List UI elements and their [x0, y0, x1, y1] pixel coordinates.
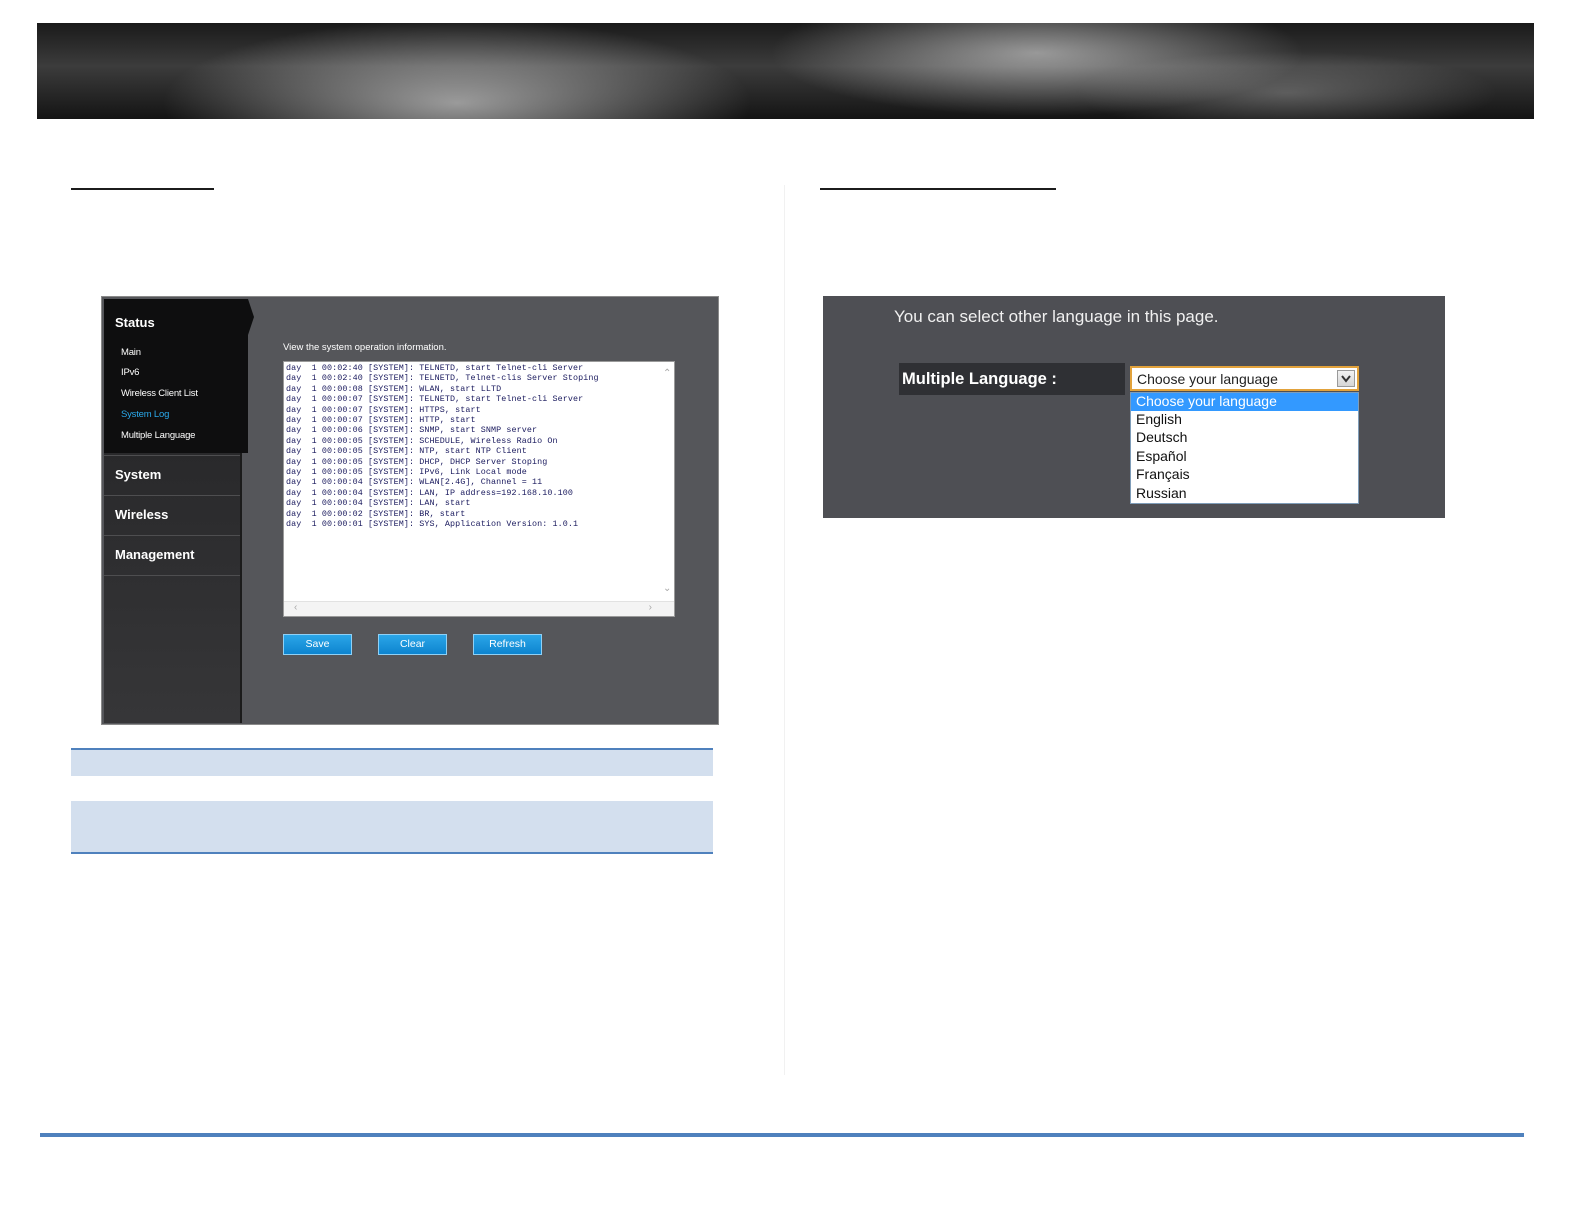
log-line: day 1 00:00:06 [SYSTEM]: SNMP, start SNM…	[286, 425, 538, 436]
scroll-left-icon[interactable]: ‹	[294, 603, 297, 613]
table-row	[71, 750, 713, 776]
language-screenshot: You can select other language in this pa…	[823, 296, 1445, 518]
clear-button[interactable]: Clear	[378, 634, 447, 655]
nav-management[interactable]: Management	[104, 535, 240, 575]
log-line: day 1 00:00:08 [SYSTEM]: WLAN, start LLT…	[286, 383, 502, 394]
language-label: Multiple Language :	[902, 370, 1057, 388]
language-option[interactable]: Español	[1131, 448, 1358, 466]
language-option[interactable]: Deutsch	[1131, 429, 1358, 447]
scroll-down-icon[interactable]: ⌄	[663, 584, 671, 594]
chevron-down-icon[interactable]	[1337, 370, 1355, 387]
system-log-screenshot: Status Main IPv6 Wireless Client List Sy…	[101, 296, 719, 725]
left-heading-rule	[71, 188, 214, 190]
log-line: day 1 00:00:07 [SYSTEM]: TELNETD, start …	[286, 394, 584, 405]
nav-item-system-log[interactable]: System Log	[121, 409, 169, 420]
table-bottom-rule	[71, 852, 713, 854]
header-banner	[37, 23, 1534, 119]
right-heading-rule	[820, 188, 1056, 190]
log-line: day 1 00:00:05 [SYSTEM]: IPv6, Link Loca…	[286, 467, 527, 478]
language-label-cell: Multiple Language :	[899, 363, 1125, 395]
nav-item-main[interactable]: Main	[121, 347, 141, 358]
log-horizontal-scrollbar[interactable]: ‹ ›	[284, 601, 674, 616]
nav-item-multiple-language[interactable]: Multiple Language	[121, 430, 195, 441]
nav-item-ipv6[interactable]: IPv6	[121, 367, 139, 378]
router-sidebar: Status Main IPv6 Wireless Client List Sy…	[104, 299, 254, 723]
language-select-value: Choose your language	[1137, 371, 1278, 387]
log-vertical-scrollbar[interactable]: ⌃ ⌄	[662, 362, 674, 604]
log-line: day 1 00:02:40 [SYSTEM]: TELNETD, start …	[286, 363, 584, 373]
log-line: day 1 00:00:04 [SYSTEM]: WLAN[2.4G], Cha…	[286, 477, 543, 488]
language-option[interactable]: Russian	[1131, 485, 1358, 503]
log-line: day 1 00:00:05 [SYSTEM]: SCHEDULE, Wirel…	[286, 435, 558, 446]
column-divider	[784, 185, 785, 1075]
log-line: day 1 00:02:40 [SYSTEM]: TELNETD, Telnet…	[286, 373, 599, 384]
save-button[interactable]: Save	[283, 634, 352, 655]
footer-rule	[40, 1133, 1524, 1137]
log-line: day 1 00:00:04 [SYSTEM]: LAN, IP address…	[286, 487, 574, 498]
log-line: day 1 00:00:05 [SYSTEM]: DHCP, DHCP Serv…	[286, 456, 548, 467]
log-description: View the system operation information.	[283, 342, 447, 353]
log-line: day 1 00:00:05 [SYSTEM]: NTP, start NTP …	[286, 446, 527, 457]
log-line: day 1 00:00:07 [SYSTEM]: HTTP, start	[286, 415, 476, 426]
nav-system[interactable]: System	[104, 455, 240, 495]
log-line: day 1 00:00:07 [SYSTEM]: HTTPS, start	[286, 404, 481, 415]
log-line: day 1 00:00:01 [SYSTEM]: SYS, Applicatio…	[286, 519, 579, 530]
sidebar-divider	[104, 575, 240, 576]
language-select[interactable]: Choose your language	[1130, 366, 1359, 391]
status-menu-group: Status Main IPv6 Wireless Client List Sy…	[104, 299, 254, 453]
nav-wireless-label: Wireless	[115, 507, 169, 522]
table-row	[71, 801, 713, 852]
log-content: day 1 00:02:40 [SYSTEM]: TELNETD, start …	[286, 363, 599, 530]
refresh-button[interactable]: Refresh	[473, 634, 542, 655]
nav-item-wireless-client-list[interactable]: Wireless Client List	[121, 388, 198, 399]
language-option[interactable]: Français	[1131, 466, 1358, 484]
language-intro: You can select other language in this pa…	[894, 307, 1219, 326]
language-option[interactable]: English	[1131, 411, 1358, 429]
nav-system-label: System	[115, 467, 162, 482]
system-log-textarea[interactable]: day 1 00:02:40 [SYSTEM]: TELNETD, start …	[283, 361, 675, 617]
nav-wireless[interactable]: Wireless	[104, 495, 240, 535]
log-line: day 1 00:00:02 [SYSTEM]: BR, start	[286, 508, 466, 519]
log-line: day 1 00:00:04 [SYSTEM]: LAN, start	[286, 498, 471, 509]
language-dropdown-list: Choose your language English Deutsch Esp…	[1130, 392, 1359, 504]
scroll-right-icon[interactable]: ›	[649, 603, 652, 613]
nav-status[interactable]: Status	[115, 315, 155, 330]
scroll-up-icon[interactable]: ⌃	[663, 369, 671, 379]
nav-management-label: Management	[115, 547, 195, 562]
language-option[interactable]: Choose your language	[1131, 393, 1358, 411]
